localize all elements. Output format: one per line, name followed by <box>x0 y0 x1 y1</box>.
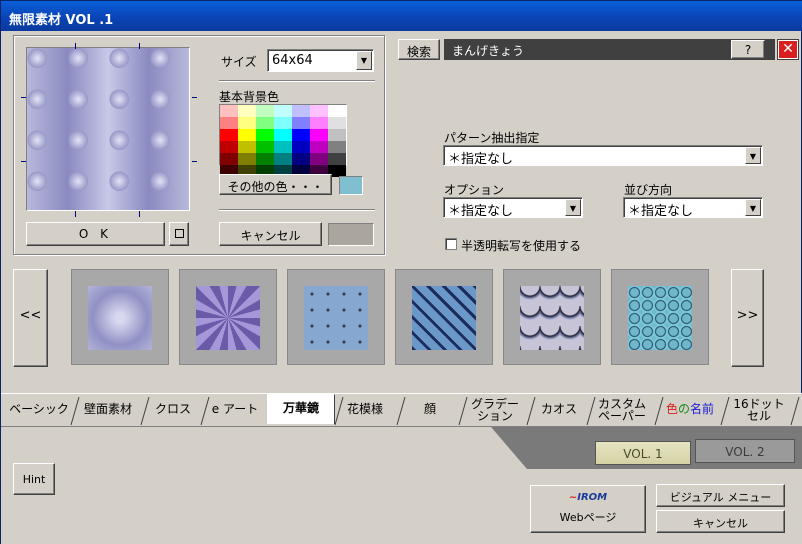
color-swatch[interactable] <box>328 153 346 165</box>
app-window: 無限素材 VOL .1 O K サイズ 64x64 ▼ 基本背景色 その他の色・… <box>0 0 802 544</box>
pattern-thumbnail-image <box>88 286 152 350</box>
pattern-thumbnail[interactable] <box>611 269 709 365</box>
pattern-thumbnail-image <box>412 286 476 350</box>
size-label: サイズ <box>221 55 257 69</box>
color-swatch[interactable] <box>310 129 328 141</box>
color-swatch[interactable] <box>220 153 238 165</box>
color-swatch[interactable] <box>238 105 256 117</box>
direction-label: 並び方向 <box>624 183 673 197</box>
semi-transparent-label: 半透明転写を使用する <box>461 239 582 253</box>
pattern-thumbnail[interactable] <box>287 269 385 365</box>
chevron-down-icon[interactable]: ▼ <box>745 199 761 216</box>
pattern-select[interactable]: ＊指定なし ▼ <box>443 145 763 167</box>
color-swatch[interactable] <box>274 141 292 153</box>
color-swatch[interactable] <box>220 129 238 141</box>
color-swatch[interactable] <box>238 129 256 141</box>
next-page-button[interactable]: >> <box>731 269 764 367</box>
selected-color-swatch <box>339 176 363 195</box>
color-swatch[interactable] <box>256 117 274 129</box>
cancel-button-small[interactable]: キャンセル <box>219 222 322 246</box>
close-icon[interactable]: ✕ <box>778 40 798 59</box>
option-select[interactable]: ＊指定なし ▼ <box>443 197 583 219</box>
color-swatch[interactable] <box>310 153 328 165</box>
pattern-thumbnail[interactable] <box>395 269 493 365</box>
color-swatch[interactable] <box>328 129 346 141</box>
help-button[interactable]: ? <box>731 40 765 59</box>
color-swatch[interactable] <box>256 129 274 141</box>
color-swatch[interactable] <box>274 105 292 117</box>
pattern-thumbnail[interactable] <box>71 269 169 365</box>
search-value: まんげきょう <box>452 44 525 58</box>
color-swatch[interactable] <box>328 117 346 129</box>
color-swatch[interactable] <box>292 105 310 117</box>
color-swatch[interactable] <box>292 141 310 153</box>
option-label: オプション <box>444 183 505 197</box>
size-select-value: 64x64 <box>272 53 313 68</box>
color-swatch[interactable] <box>328 105 346 117</box>
irom-logo: ~IROM <box>568 492 608 503</box>
color-swatch[interactable] <box>238 141 256 153</box>
visual-menu-button[interactable]: ビジュアル メニュー <box>656 484 785 507</box>
pattern-thumbnail[interactable] <box>503 269 601 365</box>
color-swatch[interactable] <box>274 153 292 165</box>
size-select[interactable]: 64x64 ▼ <box>267 49 374 72</box>
secondary-color-swatch <box>328 223 374 246</box>
semi-transparent-checkbox[interactable] <box>445 238 457 250</box>
search-display: まんげきょう <box>444 39 775 60</box>
color-swatch[interactable] <box>292 129 310 141</box>
pattern-thumbnail-image <box>196 286 260 350</box>
color-palette[interactable] <box>219 104 347 177</box>
chevron-down-icon[interactable]: ▼ <box>745 147 761 164</box>
color-swatch[interactable] <box>292 153 310 165</box>
pattern-thumbnail-image <box>628 286 692 350</box>
search-button[interactable]: 検索 <box>398 39 440 60</box>
window-title: 無限素材 VOL .1 <box>9 13 114 28</box>
pattern-thumbnail[interactable] <box>179 269 277 365</box>
direction-select-value: ＊指定なし <box>628 204 694 219</box>
color-swatch[interactable] <box>220 141 238 153</box>
color-swatch[interactable] <box>274 129 292 141</box>
color-swatch[interactable] <box>220 117 238 129</box>
square-icon <box>174 229 184 238</box>
tab-separators <box>70 397 800 425</box>
color-swatch[interactable] <box>256 105 274 117</box>
color-swatch[interactable] <box>238 153 256 165</box>
pattern-thumbnail-image <box>304 286 368 350</box>
color-swatch[interactable] <box>256 141 274 153</box>
chevron-down-icon[interactable]: ▼ <box>356 51 372 70</box>
preview-guide-marks <box>21 43 197 217</box>
divider <box>219 209 375 211</box>
square-toggle-button[interactable] <box>169 222 189 246</box>
web-page-label: Webページ <box>559 511 617 524</box>
direction-select[interactable]: ＊指定なし ▼ <box>623 197 763 219</box>
vol2-tab[interactable]: VOL. 2 <box>695 439 795 463</box>
title-bar: 無限素材 VOL .1 <box>1 1 802 31</box>
cancel-button[interactable]: キャンセル <box>656 510 785 533</box>
pattern-select-value: ＊指定なし <box>448 152 514 167</box>
color-swatch[interactable] <box>310 141 328 153</box>
option-select-value: ＊指定なし <box>448 204 514 219</box>
bg-color-label: 基本背景色 <box>219 90 280 104</box>
web-page-button[interactable]: ~IROM Webページ <box>530 485 646 533</box>
ok-button[interactable]: O K <box>26 222 165 246</box>
divider <box>219 80 375 82</box>
color-swatch[interactable] <box>328 141 346 153</box>
other-colors-button[interactable]: その他の色・・・ <box>219 174 332 195</box>
color-swatch[interactable] <box>310 105 328 117</box>
pattern-thumbnail-image <box>520 286 584 350</box>
vol1-tab[interactable]: VOL. 1 <box>595 441 691 465</box>
color-swatch[interactable] <box>220 105 238 117</box>
color-swatch[interactable] <box>310 117 328 129</box>
hint-button[interactable]: Hint <box>13 463 55 495</box>
chevron-down-icon[interactable]: ▼ <box>565 199 581 216</box>
color-swatch[interactable] <box>238 117 256 129</box>
color-swatch[interactable] <box>274 117 292 129</box>
color-swatch[interactable] <box>256 153 274 165</box>
pattern-label: パターン抽出指定 <box>444 131 540 145</box>
prev-page-button[interactable]: << <box>13 269 48 367</box>
color-swatch[interactable] <box>292 117 310 129</box>
